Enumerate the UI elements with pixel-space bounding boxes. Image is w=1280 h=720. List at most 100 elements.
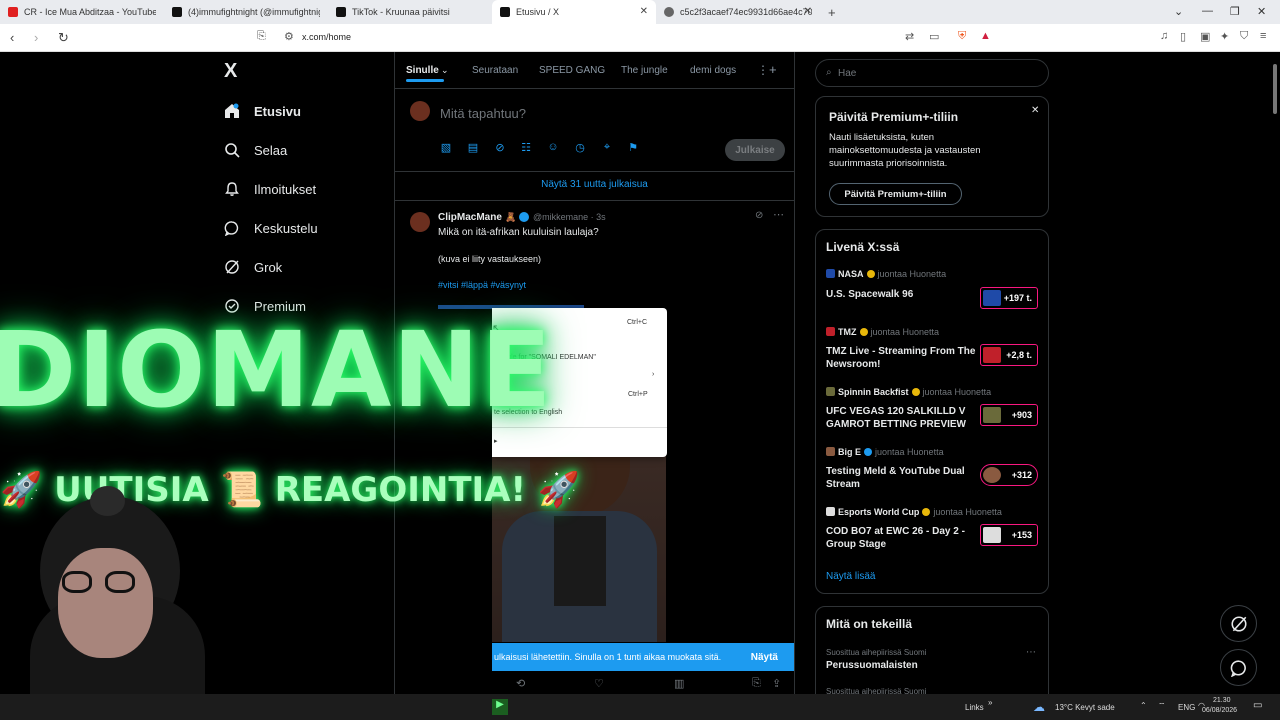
browser-tab-4[interactable]: Etusivu / X ✕ bbox=[492, 0, 656, 24]
links-toolbar[interactable]: Links bbox=[965, 703, 984, 712]
flag-icon[interactable]: ⚑ bbox=[626, 141, 640, 155]
add-tab-icon[interactable]: + bbox=[769, 62, 777, 77]
brave-rewards-icon[interactable]: ▲ bbox=[980, 30, 991, 42]
brave-shield-icon[interactable]: ⛨ bbox=[958, 30, 966, 43]
live-listeners-badge[interactable]: +153 bbox=[980, 524, 1038, 546]
tab-speed-gang[interactable]: SPEED GANG bbox=[539, 65, 605, 76]
live-host[interactable]: Esports World Cup juontaa Huonetta bbox=[826, 507, 1002, 517]
grok-compose-icon[interactable]: ⊘ bbox=[493, 141, 507, 155]
browser-tab-3[interactable]: TikTok - Kruunaa päivitsi bbox=[328, 0, 492, 24]
tweet-handle[interactable]: @mikkemane · 3s bbox=[533, 212, 606, 222]
sidebar-toggle-icon[interactable]: ▯ bbox=[1180, 30, 1186, 43]
post-button[interactable]: Julkaise bbox=[725, 139, 785, 161]
translate-icon[interactable]: ⇄ bbox=[905, 30, 914, 43]
location-icon[interactable]: ⌖ bbox=[600, 141, 614, 155]
live-listeners-badge[interactable]: +197 t. bbox=[980, 287, 1038, 309]
show-new-posts-link[interactable]: Näytä 31 uutta julkaisua bbox=[395, 179, 794, 190]
live-title[interactable]: COD BO7 at EWC 26 - Day 2 - Group Stage bbox=[826, 525, 976, 551]
like-icon[interactable]: ♡ bbox=[594, 677, 604, 690]
live-title[interactable]: Testing Meld & YouTube Dual Stream bbox=[826, 465, 976, 491]
tab-demi-dogs[interactable]: demi dogs bbox=[690, 65, 736, 76]
cast-icon[interactable]: ▭ bbox=[929, 30, 939, 43]
back-icon[interactable]: ‹ bbox=[10, 30, 24, 45]
image-icon[interactable]: ▧ bbox=[439, 141, 453, 155]
sidebar-item-grok[interactable]: Grok bbox=[224, 259, 282, 275]
browser-tab-5[interactable]: c5c2f3acaef74ec9931d66ae4c70507c✕ bbox=[656, 0, 820, 24]
close-window-icon[interactable]: ✕ bbox=[1257, 5, 1266, 18]
emoji-icon[interactable]: ☺ bbox=[546, 141, 560, 155]
minimize-icon[interactable]: — bbox=[1202, 5, 1213, 17]
live-host[interactable]: Big Ejuontaa Huonetta bbox=[826, 447, 944, 457]
live-listeners-badge[interactable]: +903 bbox=[980, 404, 1038, 426]
restore-icon[interactable]: ❐ bbox=[1230, 5, 1240, 18]
context-menu-item[interactable]: ▸ bbox=[494, 437, 498, 445]
wallet-icon[interactable]: ▣ bbox=[1200, 30, 1210, 43]
trend-title[interactable]: Perussuomalaisten bbox=[826, 660, 918, 671]
page-scrollbar[interactable] bbox=[1270, 52, 1280, 694]
media-icon[interactable]: ♫ bbox=[1160, 30, 1168, 42]
browser-tab-1[interactable]: CR - Ice Mua Abditzaa - YouTube bbox=[0, 0, 164, 24]
close-icon[interactable]: ✕ bbox=[1031, 105, 1039, 116]
site-settings-icon[interactable]: ⚙ bbox=[284, 30, 294, 43]
clock-time[interactable]: 21.30 bbox=[1213, 697, 1231, 704]
menu-icon[interactable]: ≡ bbox=[1260, 30, 1266, 42]
browser-tab-2[interactable]: (4)immufightnight (@immufightnigh bbox=[164, 0, 328, 24]
forward-icon[interactable]: › bbox=[34, 30, 48, 45]
url-input[interactable]: x.com/home bbox=[302, 32, 351, 42]
bookmark-icon[interactable]: ⎘ bbox=[257, 30, 266, 43]
sidebar-item-home[interactable]: Etusivu bbox=[224, 103, 301, 119]
app-icon[interactable]: ▶ bbox=[492, 699, 508, 715]
close-tab-icon[interactable]: ✕ bbox=[804, 6, 812, 17]
sidebar-item-notifications[interactable]: Ilmoitukset bbox=[224, 181, 316, 197]
tweet-author[interactable]: ClipMacMane bbox=[438, 212, 502, 223]
views-icon[interactable]: ▥ bbox=[674, 677, 684, 690]
live-title[interactable]: U.S. Spacewalk 96 bbox=[826, 288, 976, 301]
live-title[interactable]: TMZ Live - Streaming From The Newsroom! bbox=[826, 345, 976, 371]
leo-icon[interactable]: ✦ bbox=[1220, 30, 1229, 43]
gif-icon[interactable]: ▤ bbox=[466, 141, 480, 155]
sidebar-item-explore[interactable]: Selaa bbox=[224, 142, 287, 158]
vpn-icon[interactable]: ⛉ bbox=[1240, 30, 1248, 43]
schedule-icon[interactable]: ◷ bbox=[573, 141, 587, 155]
compose-input[interactable]: Mitä tapahtuu? bbox=[440, 106, 526, 121]
weather-text[interactable]: 13°C Kevyt sade bbox=[1055, 703, 1115, 712]
messages-fab-button[interactable] bbox=[1220, 649, 1257, 686]
avatar[interactable] bbox=[410, 101, 430, 121]
bookmark-tweet-icon[interactable]: ⎘ bbox=[752, 677, 761, 690]
more-tabs-icon[interactable]: ⋮ bbox=[757, 63, 769, 77]
premium-upgrade-button[interactable]: Päivitä Premium+-tiliin bbox=[829, 183, 962, 205]
tab-for-you[interactable]: Sinulle bbox=[406, 65, 439, 76]
show-post-link[interactable]: Näytä bbox=[751, 652, 778, 663]
notifications-icon[interactable]: ▭ bbox=[1253, 700, 1262, 711]
live-host[interactable]: NASA juontaa Huonetta bbox=[826, 269, 946, 279]
more-options-icon[interactable]: ⋯ bbox=[1026, 647, 1036, 658]
live-listeners-badge[interactable]: +2,8 t. bbox=[980, 344, 1038, 366]
language-indicator[interactable]: ENG bbox=[1178, 703, 1195, 712]
close-tab-icon[interactable]: ✕ bbox=[640, 6, 648, 17]
tweet-hashtags[interactable]: #vitsi #läppä #väsynyt bbox=[438, 280, 526, 290]
grok-fab-button[interactable] bbox=[1220, 605, 1257, 642]
tab-the-jungle[interactable]: The jungle bbox=[621, 65, 668, 76]
show-more-link[interactable]: Näytä lisää bbox=[826, 571, 875, 582]
chevron-down-icon[interactable]: ⌄ bbox=[441, 65, 449, 76]
tab-list-icon[interactable]: ⌄ bbox=[1174, 5, 1183, 18]
network-icon[interactable]: ⌔ bbox=[1158, 701, 1166, 711]
live-host[interactable]: TMZ juontaa Huonetta bbox=[826, 327, 939, 337]
clock-date[interactable]: 06/08/2026 bbox=[1202, 707, 1237, 714]
search-input[interactable]: Hae bbox=[838, 68, 856, 79]
live-host[interactable]: Spinnin Backfist juontaa Huonetta bbox=[826, 387, 991, 397]
retweet-icon[interactable]: ⟲ bbox=[516, 677, 525, 690]
tab-following[interactable]: Seurataan bbox=[472, 65, 518, 76]
new-tab-button[interactable]: + bbox=[828, 5, 836, 20]
grok-explain-icon[interactable]: ⊘ bbox=[755, 210, 763, 221]
chevron-icon[interactable]: » bbox=[988, 698, 992, 707]
reload-icon[interactable]: ↻ bbox=[58, 30, 72, 46]
avatar[interactable] bbox=[410, 212, 430, 232]
sidebar-item-messages[interactable]: Keskustelu bbox=[224, 220, 318, 236]
live-title[interactable]: UFC VEGAS 120 SALKILLD V GAMROT BETTING … bbox=[826, 405, 976, 431]
search-box[interactable]: ⌕ Hae bbox=[815, 59, 1049, 87]
poll-icon[interactable]: ☷ bbox=[519, 141, 533, 155]
live-listeners-badge[interactable]: +312 bbox=[980, 464, 1038, 486]
tray-chevron-icon[interactable]: ⌃ bbox=[1140, 701, 1147, 710]
more-options-icon[interactable]: ⋯ bbox=[773, 208, 784, 221]
